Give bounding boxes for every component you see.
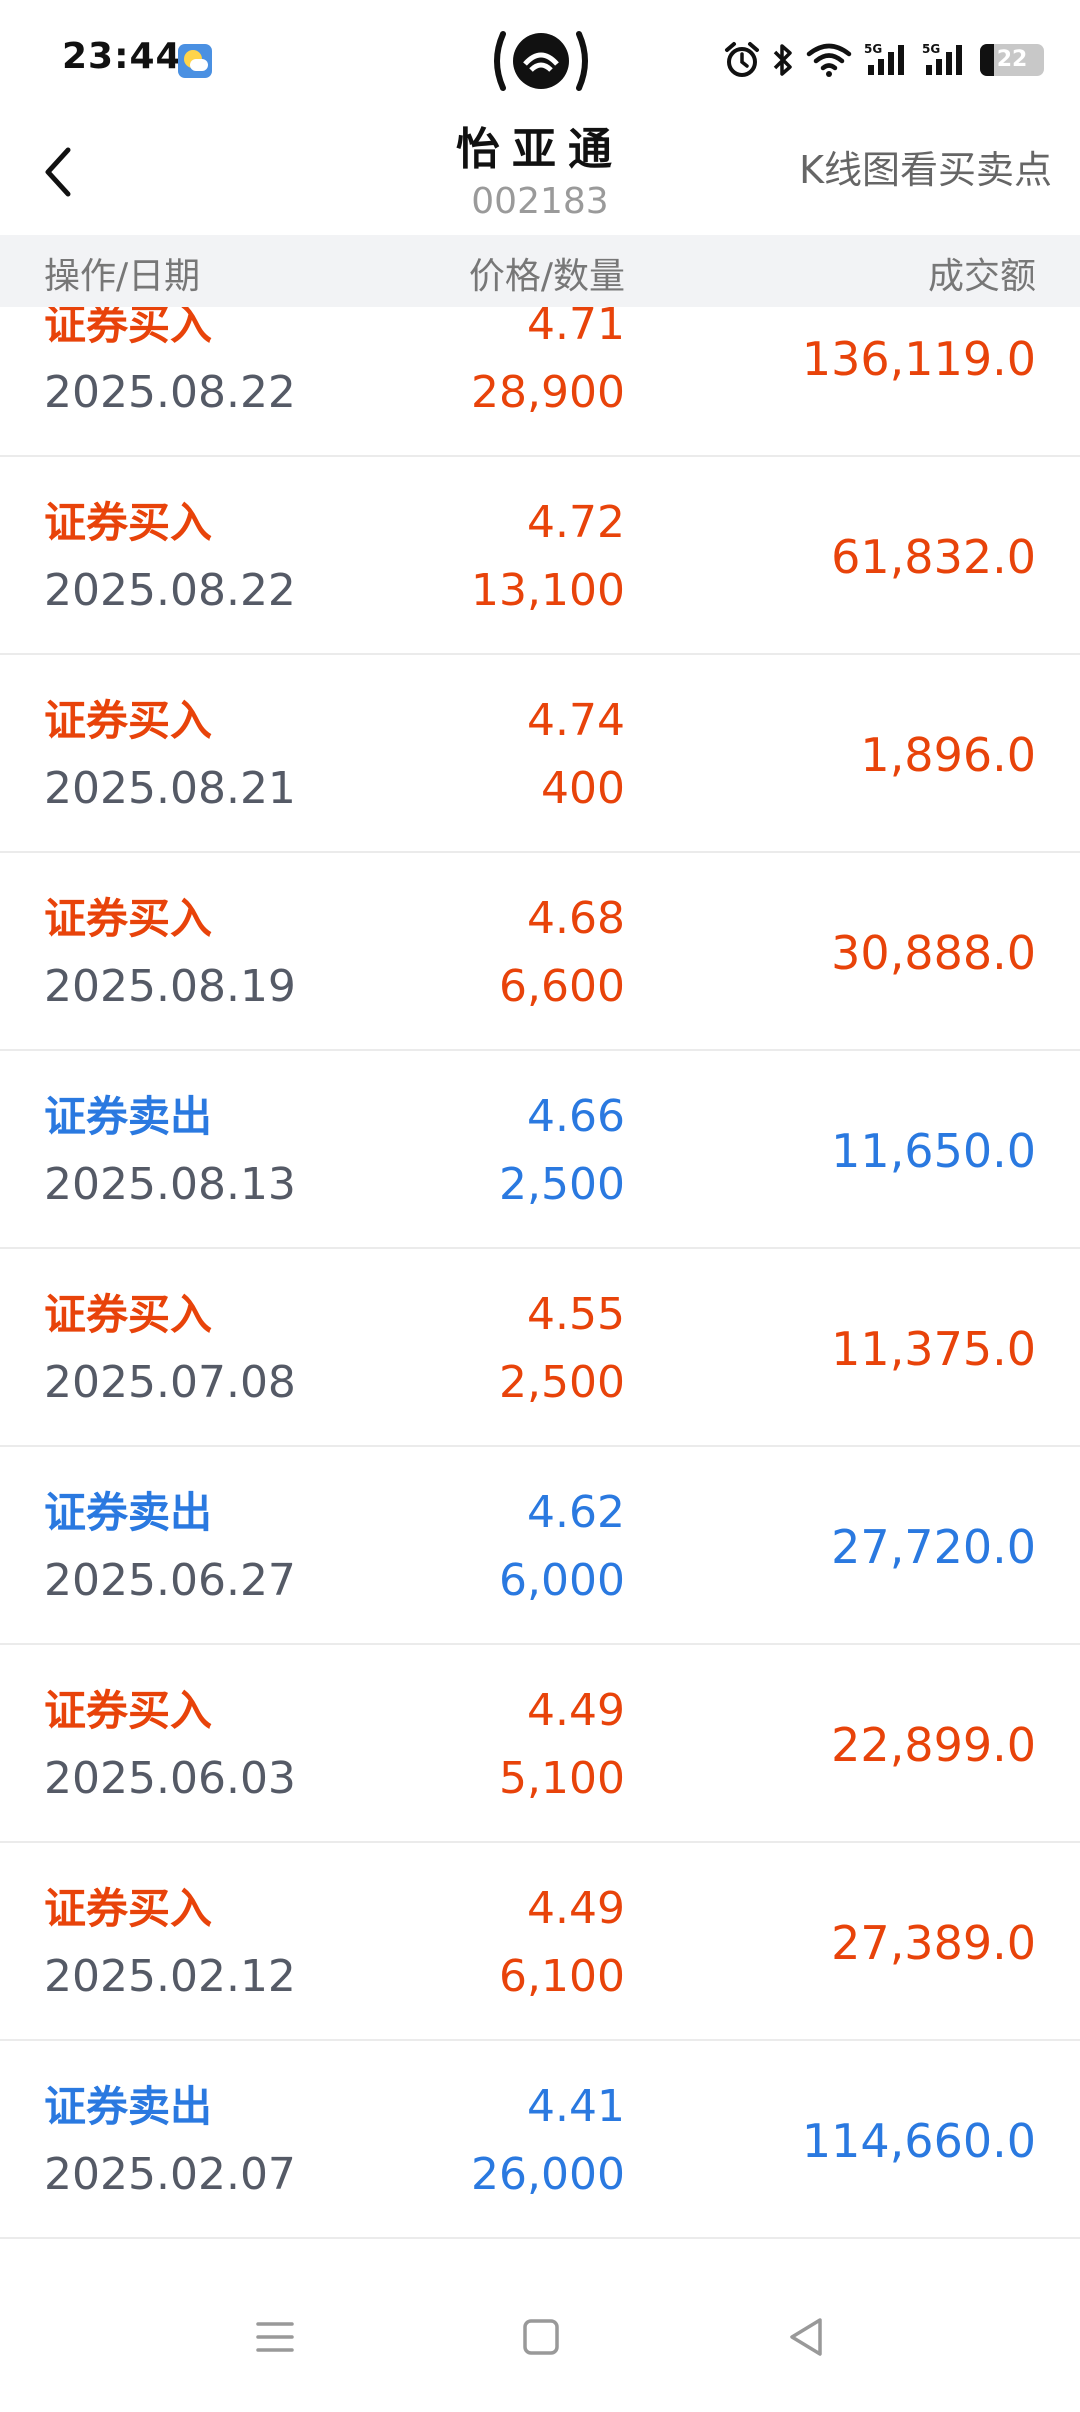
trade-date: 2025.08.22 xyxy=(44,367,296,418)
trade-operation: 证券卖出 xyxy=(44,1092,213,1141)
header: 怡亚通 002183 K线图看买卖点 xyxy=(0,120,1080,235)
signal-5g-icon: 5G xyxy=(922,42,962,75)
trade-quantity: 5,100 xyxy=(499,1753,625,1804)
trade-date: 2025.02.07 xyxy=(44,2149,296,2200)
column-price-qty: 价格/数量 xyxy=(468,256,625,297)
column-op-date: 操作/日期 xyxy=(44,256,201,297)
trade-operation: 证券买入 xyxy=(44,307,213,349)
stock-code: 002183 xyxy=(471,181,609,222)
title-block: 怡亚通 002183 xyxy=(340,120,740,224)
trade-row[interactable]: 证券卖出 2025.02.07 4.41 26,000 114,660.0 xyxy=(0,2041,1080,2239)
trade-price: 4.72 xyxy=(527,497,625,548)
trade-operation: 证券卖出 xyxy=(44,2082,213,2131)
trade-price: 4.71 xyxy=(527,307,625,350)
trade-amount: 22,899.0 xyxy=(831,1718,1036,1772)
status-bar: 23:44 5G 5G 22 xyxy=(0,0,1080,120)
signal-5g-icon: 5G xyxy=(864,42,904,75)
stock-name: 怡亚通 xyxy=(456,124,624,175)
trade-price: 4.66 xyxy=(527,1091,625,1142)
trade-amount: 30,888.0 xyxy=(831,926,1036,980)
trade-amount: 27,389.0 xyxy=(831,1916,1036,1970)
trade-date: 2025.02.12 xyxy=(44,1951,296,2002)
trade-row[interactable]: 证券买入 2025.08.22 4.72 13,100 61,832.0 xyxy=(0,457,1080,655)
svg-text:5G: 5G xyxy=(922,42,940,56)
kline-link[interactable]: K线图看买卖点 xyxy=(799,142,1052,198)
trade-amount: 1,896.0 xyxy=(860,728,1036,782)
trade-price: 4.49 xyxy=(527,1883,625,1934)
status-time: 23:44 xyxy=(62,36,182,77)
bluetooth-icon xyxy=(773,44,792,76)
column-header: 操作/日期 价格/数量 成交额 xyxy=(0,235,1080,307)
trade-amount: 136,119.0 xyxy=(801,332,1036,386)
trade-date: 2025.08.13 xyxy=(44,1159,296,1210)
back-arrow-icon[interactable] xyxy=(30,142,90,202)
menu-icon[interactable] xyxy=(240,2302,310,2372)
trade-list[interactable]: 证券买入 2025.08.22 4.71 28,900 136,119.0 证券买入 202… xyxy=(0,307,1080,2262)
trade-date: 2025.08.19 xyxy=(44,961,296,1012)
trade-row[interactable]: 证券买入 2025.08.22 4.71 28,900 136,119.0 xyxy=(0,307,1080,457)
trade-quantity: 28,900 xyxy=(471,367,625,418)
trade-quantity: 13,100 xyxy=(471,565,625,616)
alarm-icon xyxy=(725,42,759,77)
trade-row[interactable]: 证券买入 2025.07.08 4.55 2,500 11,375.0 xyxy=(0,1249,1080,1447)
trade-price: 4.74 xyxy=(527,695,625,746)
trade-amount: 61,832.0 xyxy=(831,530,1036,584)
trade-quantity: 2,500 xyxy=(499,1357,625,1408)
trade-row[interactable]: 证券卖出 2025.08.13 4.66 2,500 11,650.0 xyxy=(0,1051,1080,1249)
wifi-icon xyxy=(806,43,852,77)
trade-operation: 证券买入 xyxy=(44,894,213,943)
back-triangle-icon[interactable] xyxy=(772,2302,842,2372)
trade-row[interactable]: 证券卖出 2025.06.27 4.62 6,000 27,720.0 xyxy=(0,1447,1080,1645)
trade-operation: 证券卖出 xyxy=(44,1488,213,1537)
trade-price: 4.41 xyxy=(527,2081,625,2132)
trade-operation: 证券买入 xyxy=(44,498,213,547)
trade-history-screen: 23:44 5G 5G 22 怡亚通 002183 K线图看买卖点 操作/日期 … xyxy=(0,0,1080,2412)
trade-operation: 证券买入 xyxy=(44,1884,213,1933)
trade-operation: 证券买入 xyxy=(44,696,213,745)
trade-quantity: 6,100 xyxy=(499,1951,625,2002)
trade-quantity: 2,500 xyxy=(499,1159,625,1210)
trade-row[interactable]: 证券买入 2025.08.19 4.68 6,600 30,888.0 xyxy=(0,853,1080,1051)
trade-date: 2025.06.27 xyxy=(44,1555,296,1606)
status-icons: 5G 5G 22 xyxy=(724,36,1044,84)
trade-amount: 114,660.0 xyxy=(801,2114,1036,2168)
trade-date: 2025.08.22 xyxy=(44,565,296,616)
trade-operation: 证券买入 xyxy=(44,1290,213,1339)
battery-icon: 22 xyxy=(980,44,1044,76)
trade-date: 2025.08.21 xyxy=(44,763,296,814)
trade-quantity: 6,600 xyxy=(499,961,625,1012)
navigation-bar xyxy=(0,2262,1080,2412)
trade-amount: 27,720.0 xyxy=(831,1520,1036,1574)
column-amount: 成交额 xyxy=(927,256,1036,297)
trade-price: 4.49 xyxy=(527,1685,625,1736)
trade-row[interactable]: 证券买入 2025.06.03 4.49 5,100 22,899.0 xyxy=(0,1645,1080,1843)
trade-row[interactable]: 证券买入 2025.08.21 4.74 400 1,896.0 xyxy=(0,655,1080,853)
trade-quantity: 400 xyxy=(541,763,625,814)
home-icon[interactable] xyxy=(506,2302,576,2372)
trade-amount: 11,650.0 xyxy=(831,1124,1036,1178)
trade-price: 4.68 xyxy=(527,893,625,944)
trade-operation: 证券买入 xyxy=(44,1686,213,1735)
trade-date: 2025.06.03 xyxy=(44,1753,296,1804)
trade-date: 2025.07.08 xyxy=(44,1357,296,1408)
trade-quantity: 26,000 xyxy=(471,2149,625,2200)
weather-icon xyxy=(178,44,212,78)
trade-row[interactable]: 证券买入 2025.02.12 4.49 6,100 27,389.0 xyxy=(0,1843,1080,2041)
trade-quantity: 6,000 xyxy=(499,1555,625,1606)
svg-text:5G: 5G xyxy=(864,42,882,56)
hotspot-icon xyxy=(494,31,588,91)
trade-price: 4.55 xyxy=(527,1289,625,1340)
trade-price: 4.62 xyxy=(527,1487,625,1538)
trade-amount: 11,375.0 xyxy=(831,1322,1036,1376)
battery-level: 22 xyxy=(996,47,1028,72)
